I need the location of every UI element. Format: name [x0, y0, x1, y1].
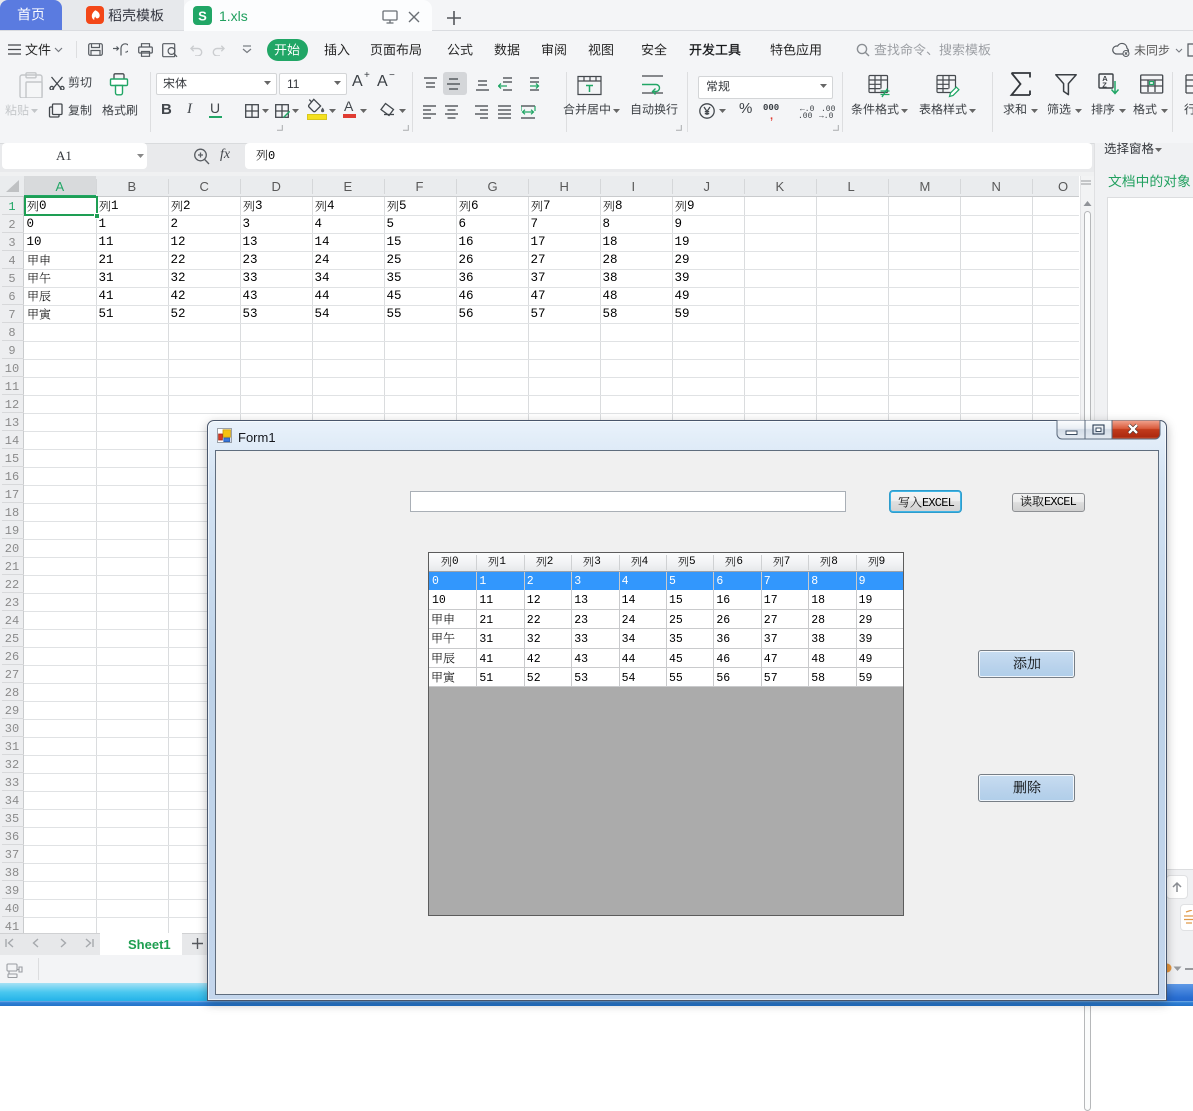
svg-text:S: S: [198, 9, 207, 24]
svg-text:.00: .00: [798, 112, 813, 118]
svg-text:→.0: →.0: [819, 112, 834, 118]
svg-text:Z: Z: [1102, 81, 1107, 90]
